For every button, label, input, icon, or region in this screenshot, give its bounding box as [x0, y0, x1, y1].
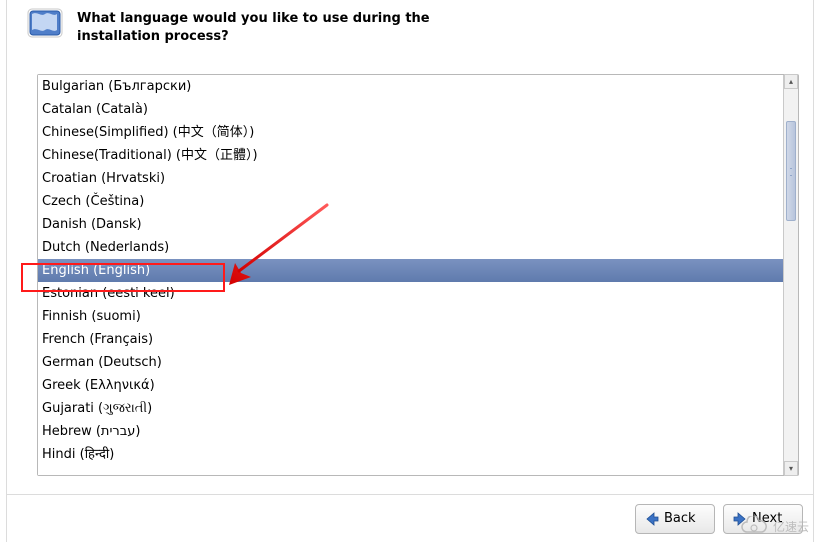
scrollbar[interactable]: ▴ ▾	[783, 75, 798, 475]
arrow-left-icon	[644, 511, 660, 527]
watermark-text: 亿速云	[773, 518, 809, 535]
header: What language would you like to use duri…	[7, 0, 813, 55]
language-option[interactable]: Dutch (Nederlands)	[38, 236, 783, 259]
language-option[interactable]: Gujarati (ગુજરાતી)	[38, 397, 783, 420]
language-option[interactable]: Czech (Čeština)	[38, 190, 783, 213]
language-option[interactable]: Danish (Dansk)	[38, 213, 783, 236]
language-option[interactable]: German (Deutsch)	[38, 351, 783, 374]
language-option[interactable]: Chinese(Traditional) (中文（正體）)	[38, 144, 783, 167]
language-option[interactable]: Croatian (Hrvatski)	[38, 167, 783, 190]
scroll-up-button[interactable]: ▴	[784, 74, 798, 89]
language-list[interactable]: Bulgarian (Български)Catalan (Català)Chi…	[38, 75, 783, 475]
language-option[interactable]: French (Français)	[38, 328, 783, 351]
language-option[interactable]: Estonian (eesti keel)	[38, 282, 783, 305]
scroll-thumb[interactable]	[786, 121, 796, 221]
watermark: 亿速云	[739, 516, 809, 536]
cloud-icon	[739, 516, 769, 536]
language-list-container: Bulgarian (Български)Catalan (Català)Chi…	[37, 74, 799, 476]
language-option[interactable]: Hebrew (עברית)	[38, 420, 783, 443]
back-button[interactable]: Back	[635, 504, 715, 534]
back-button-label: Back	[664, 511, 696, 526]
language-option[interactable]: Greek (Ελληνικά)	[38, 374, 783, 397]
language-option[interactable]: Bulgarian (Български)	[38, 75, 783, 98]
flag-icon	[25, 8, 65, 44]
installer-window: What language would you like to use duri…	[6, 0, 814, 542]
language-option[interactable]: Chinese(Simplified) (中文（简体）)	[38, 121, 783, 144]
language-option[interactable]: Finnish (suomi)	[38, 305, 783, 328]
scroll-down-button[interactable]: ▾	[784, 461, 798, 476]
language-option[interactable]: Catalan (Català)	[38, 98, 783, 121]
button-bar: Back Next	[7, 494, 813, 542]
prompt-text: What language would you like to use duri…	[77, 8, 437, 45]
language-option[interactable]: Hindi (हिन्दी)	[38, 443, 783, 466]
language-option[interactable]: English (English)	[38, 259, 783, 282]
